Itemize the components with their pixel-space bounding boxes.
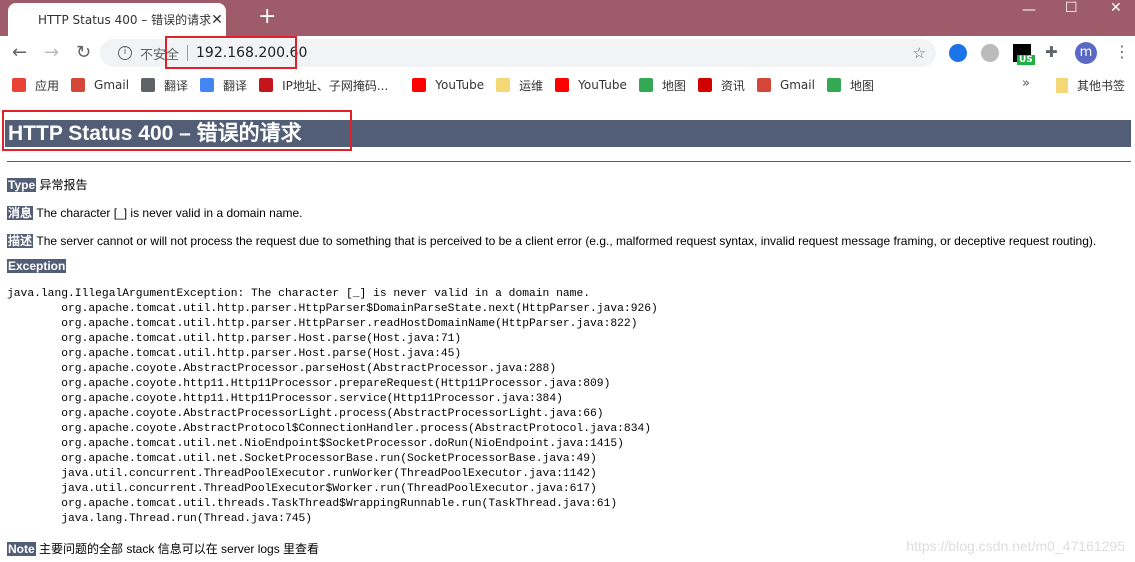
bookmark-item[interactable]: YouTube (555, 78, 627, 92)
bookmark-label: IP地址、子网掩码... (282, 78, 389, 93)
globe-icon (141, 78, 156, 92)
avatar[interactable]: m (1075, 42, 1097, 64)
bookmarks-bar: 应用 Gmail 翻译 翻译 IP地址、子网掩码... YouTube 运维 YouTube 地… (0, 70, 1135, 100)
gmail-icon (71, 78, 86, 92)
close-window-button[interactable]: ✕ (1110, 0, 1122, 16)
extension-check-icon[interactable] (981, 44, 999, 62)
bookmark-item[interactable]: 地图 (638, 77, 686, 94)
dongfang-icon (697, 78, 712, 92)
bookmark-label: 翻译 (164, 78, 189, 93)
bookmark-item[interactable]: YouTube (412, 78, 484, 92)
info-icon[interactable]: i (118, 46, 132, 60)
bookmark-item[interactable]: 地图 (826, 77, 874, 94)
note-value: 主要问题的全部 stack 信息可以在 server logs 里查看 (39, 542, 320, 556)
reload-button[interactable]: ↻ (76, 42, 91, 63)
gmail-icon (756, 78, 771, 92)
bookmark-label: Gmail (94, 78, 130, 92)
bookmark-label: 翻译 (223, 78, 248, 93)
other-bookmarks-label: 其他书签 (1077, 79, 1126, 93)
bookmark-label: YouTube (435, 78, 485, 92)
apps-grid-icon (12, 78, 26, 92)
bookmark-item[interactable]: 应用 (12, 77, 59, 94)
minimize-button[interactable]: — (1022, 2, 1036, 18)
bookmark-item[interactable]: Gmail (71, 78, 129, 92)
message-value: The character [_] is never valid in a do… (36, 206, 303, 220)
watermark: https://blog.csdn.net/m0_47161295 (906, 538, 1125, 554)
bookmark-item[interactable]: 翻译 (141, 77, 188, 94)
type-label: Type (7, 178, 37, 192)
description-row: 描述 The server cannot or will not process… (7, 232, 1096, 249)
extensions-puzzle-icon[interactable]: ✚ (1045, 43, 1058, 61)
new-tab-button[interactable]: + (258, 4, 276, 29)
note-label: Note (7, 542, 36, 556)
google-translate-icon (200, 78, 215, 92)
bookmark-item[interactable]: 运维 (496, 77, 543, 94)
browser-tab[interactable]: HTTP Status 400 – 错误的请求 ✕ (8, 3, 226, 36)
type-row: Type 异常报告 (7, 176, 87, 193)
maps-icon (826, 78, 841, 92)
youtube-icon (555, 78, 570, 92)
menu-kebab-icon[interactable]: ⋮ (1114, 42, 1130, 61)
message-row: 消息 The character [_] is never valid in a… (7, 204, 303, 221)
exception-row: Exception (7, 259, 67, 273)
title-bar: HTTP Status 400 – 错误的请求 ✕ + — ☐ ✕ (0, 0, 1135, 36)
bookmark-label: 资讯 (720, 78, 745, 93)
bookmark-item[interactable]: Gmail (756, 78, 815, 92)
bookmark-label: YouTube (578, 78, 627, 92)
exception-label: Exception (7, 259, 67, 273)
bookmark-item[interactable]: 翻译 (200, 77, 247, 94)
page-content: HTTP Status 400 – 错误的请求 Type 异常报告 消息 The… (0, 100, 1135, 562)
description-label: 描述 (7, 234, 34, 248)
bookmark-item[interactable]: IP地址、子网掩码... (259, 77, 388, 94)
annotation-box-url (165, 36, 297, 69)
other-bookmarks[interactable]: 其他书签 (1056, 77, 1125, 94)
close-tab-icon[interactable]: ✕ (211, 12, 223, 28)
bookmark-label: 应用 (35, 78, 60, 93)
note-row: Note 主要问题的全部 stack 信息可以在 server logs 里查看 (7, 540, 319, 557)
bookmark-label: 运维 (519, 78, 544, 93)
youtube-icon (412, 78, 427, 92)
maps-icon (638, 78, 653, 92)
divider (7, 161, 1131, 162)
extension-badge: US (1017, 55, 1035, 65)
folder-icon (1056, 78, 1068, 93)
type-value: 异常报告 (39, 178, 88, 192)
bookmarks-overflow-button[interactable]: » (1022, 76, 1030, 91)
tab-title: HTTP Status 400 – 错误的请求 (38, 13, 212, 27)
message-label: 消息 (7, 206, 34, 220)
bookmark-label: Gmail (779, 78, 815, 92)
description-value: The server cannot or will not process th… (36, 234, 1097, 248)
maximize-button[interactable]: ☐ (1065, 0, 1078, 16)
forward-button[interactable]: → (44, 42, 59, 63)
c-logo-icon (259, 78, 274, 92)
bookmark-star-icon[interactable]: ☆ (913, 44, 926, 62)
folder-icon (496, 78, 511, 92)
extension-globe-icon[interactable] (949, 44, 967, 62)
bookmark-label: 地图 (661, 78, 686, 93)
bookmark-item[interactable]: 资讯 (697, 77, 745, 94)
bookmark-label: 地图 (849, 78, 874, 93)
back-button[interactable]: ← (12, 42, 27, 63)
stack-trace: java.lang.IllegalArgumentException: The … (7, 288, 658, 525)
annotation-box-heading (2, 110, 352, 151)
